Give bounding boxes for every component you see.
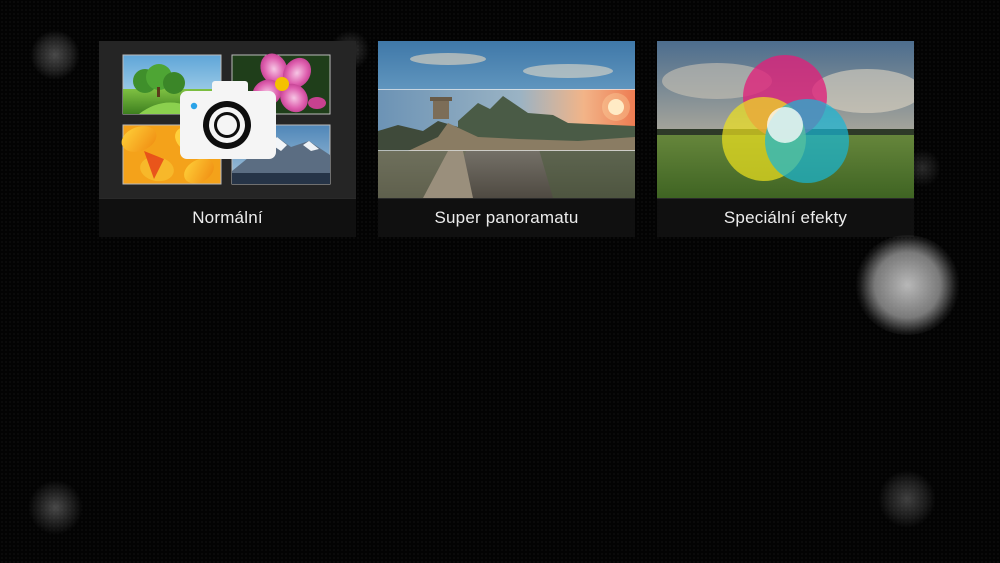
bokeh-light (28, 480, 83, 535)
bokeh-light (30, 30, 80, 80)
mode-card-panorama[interactable]: Super panoramatu (378, 41, 635, 237)
color-effects-thumbnail (657, 41, 914, 198)
bokeh-light (878, 470, 936, 528)
normal-mode-thumbnail (99, 41, 356, 198)
mode-label-bar: Normální (99, 198, 356, 237)
panorama-thumbnail (378, 41, 635, 198)
mode-card-effects[interactable]: Speciální efekty (657, 41, 914, 237)
bokeh-light (855, 235, 960, 335)
mode-label-panorama: Super panoramatu (434, 208, 579, 227)
mode-card-normal[interactable]: Normální (99, 41, 356, 237)
mode-label-normal: Normální (192, 208, 263, 227)
mode-label-bar: Super panoramatu (378, 198, 635, 237)
mode-label-effects: Speciální efekty (723, 208, 848, 227)
camera-icon (180, 81, 276, 159)
mode-label-bar: Speciální efekty (657, 198, 914, 237)
